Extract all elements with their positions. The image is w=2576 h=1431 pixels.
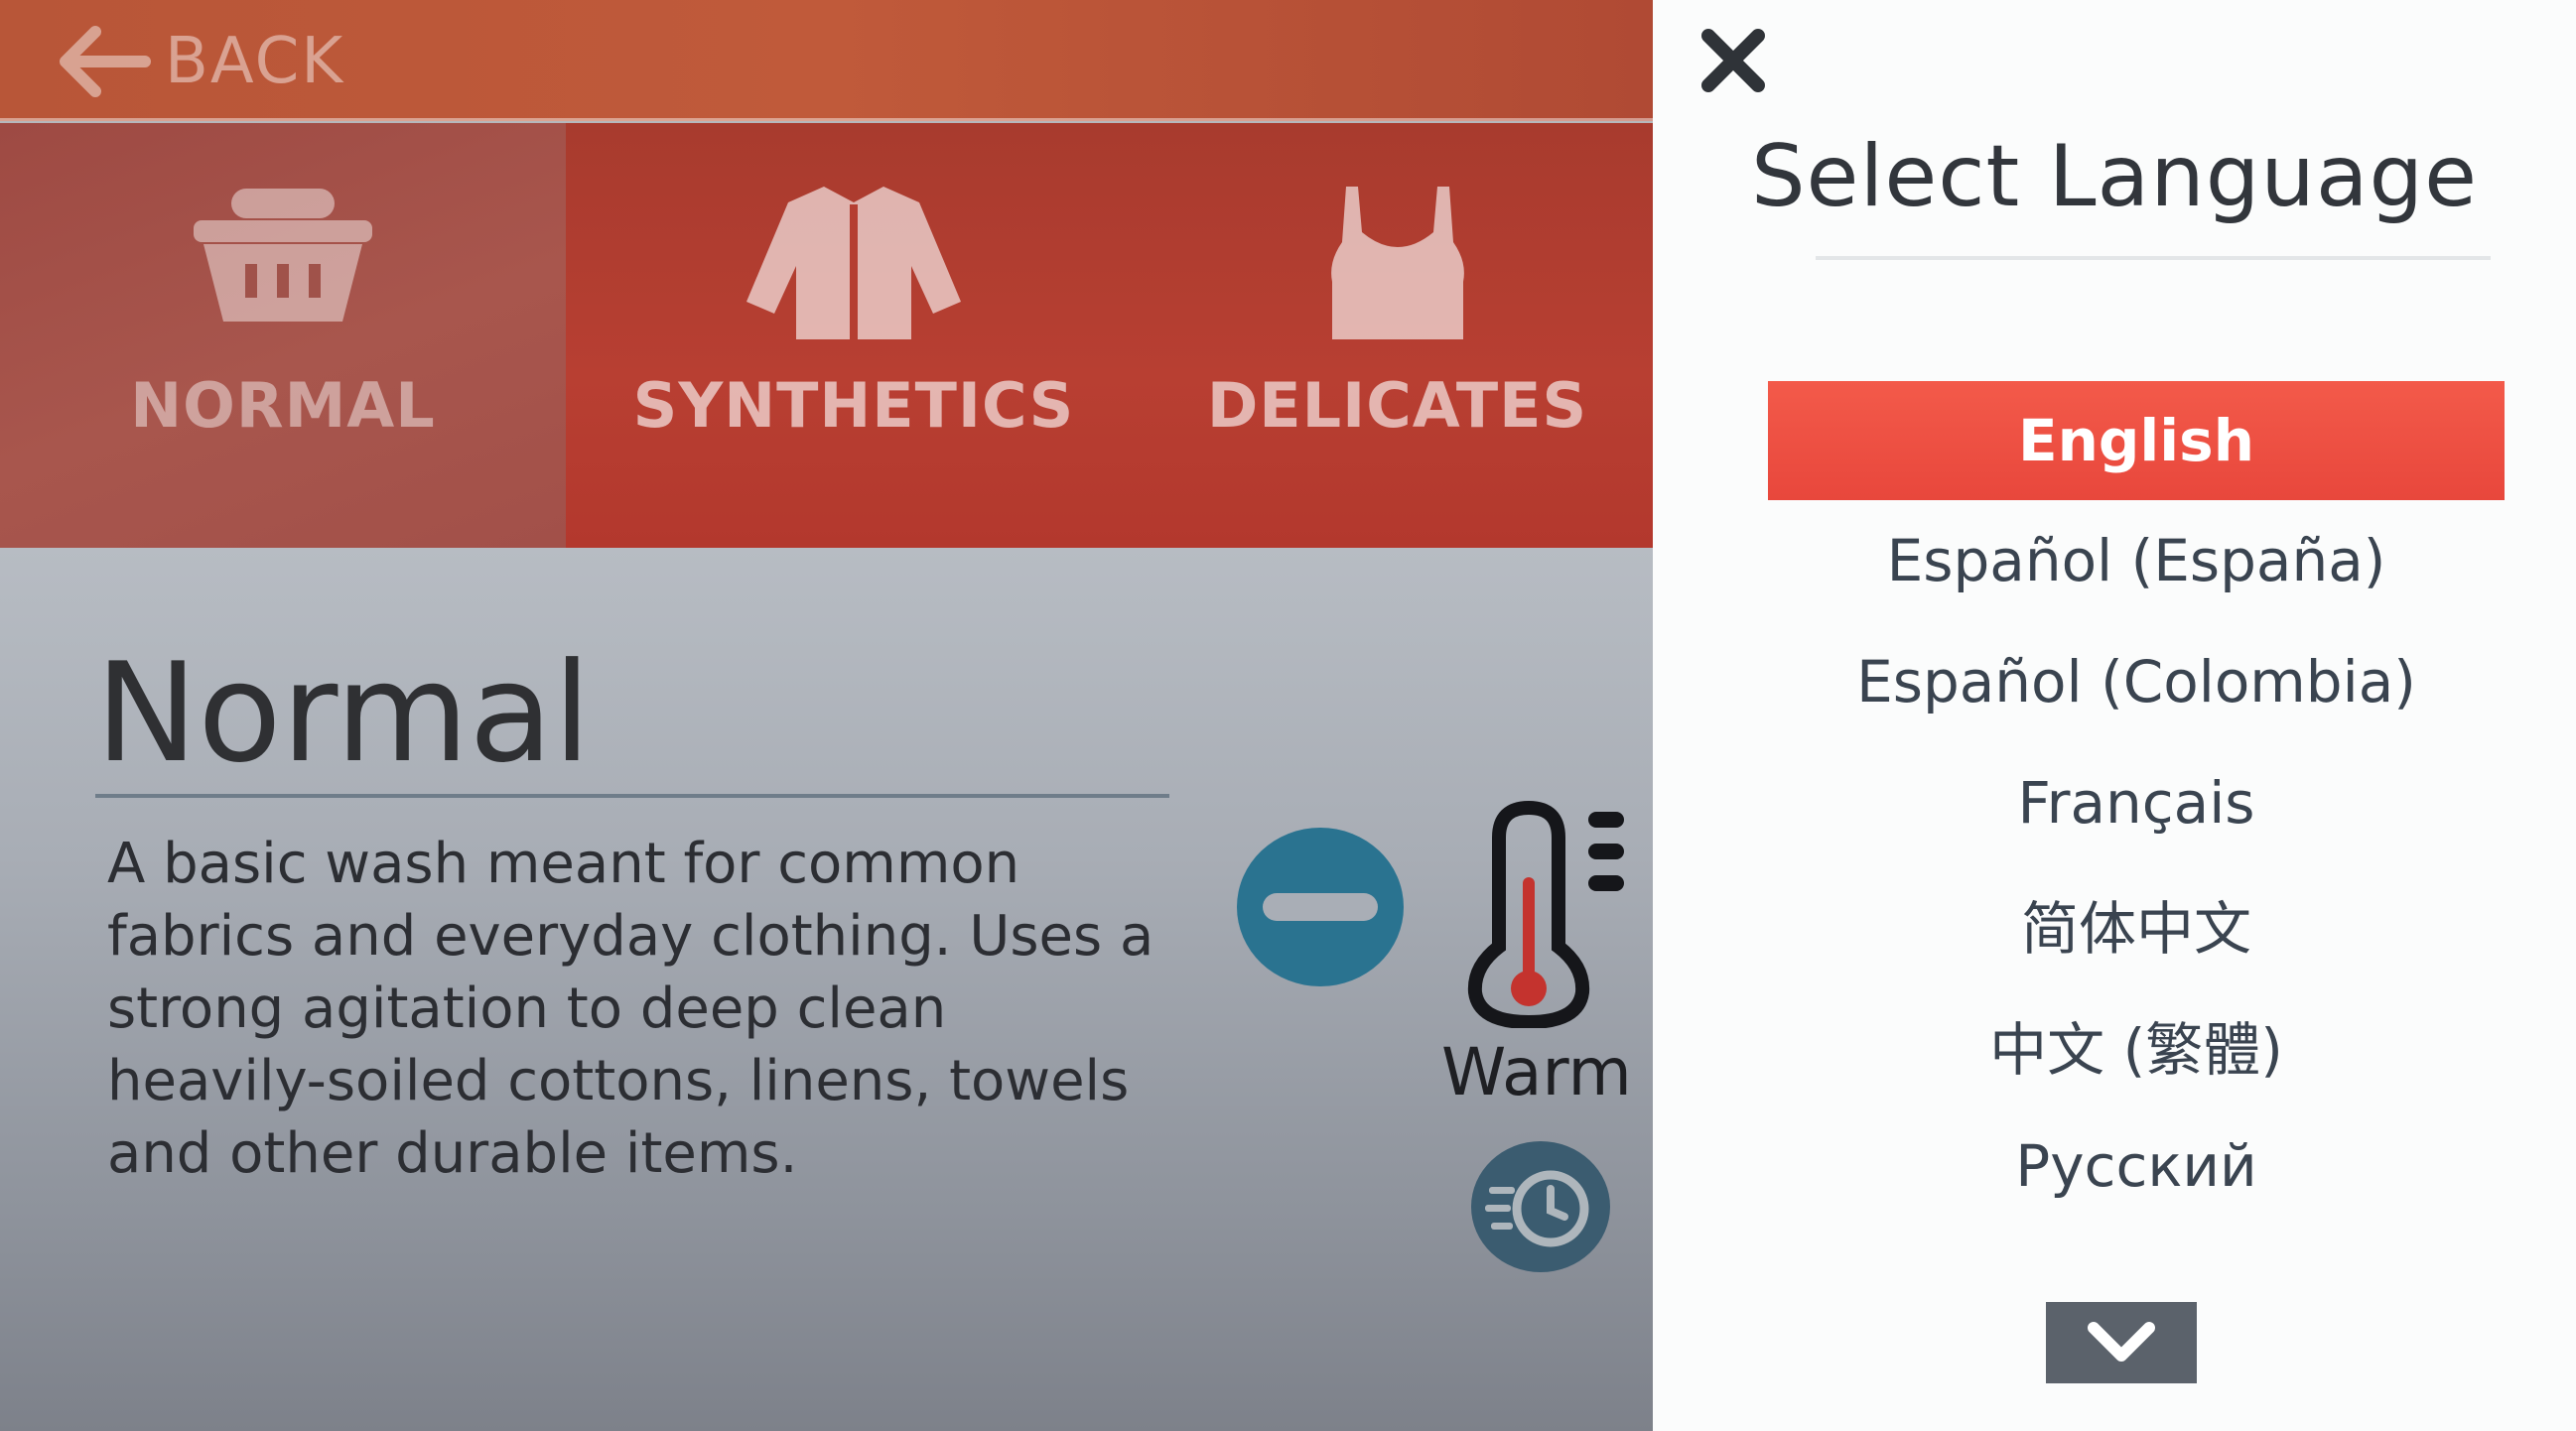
- close-button[interactable]: [1695, 22, 1772, 99]
- language-option-russian[interactable]: Русский: [1768, 1106, 2505, 1227]
- basket-icon: [194, 189, 372, 322]
- minus-icon: [1263, 893, 1378, 921]
- top-bar: BACK: [0, 0, 1653, 121]
- program-details: Normal A basic wash meant for common fab…: [0, 548, 1653, 1431]
- washer-app: BACK NORMAL SYNTHETICS DELICATES Normal …: [0, 0, 1653, 1431]
- tab-synthetics[interactable]: SYNTHETICS: [566, 123, 1142, 548]
- panel-title: Select Language: [1750, 127, 2479, 226]
- thermometer-icon: [1467, 800, 1624, 1028]
- title-divider: [95, 794, 1169, 798]
- language-option-simplified-chinese[interactable]: 简体中文: [1768, 863, 2505, 984]
- tab-synthetics-label: SYNTHETICS: [632, 369, 1075, 442]
- language-list: English Español (España) Español (Colomb…: [1768, 381, 2505, 1227]
- tab-delicates[interactable]: DELICATES: [1142, 123, 1653, 548]
- language-option-spanish-colombia[interactable]: Español (Colombia): [1768, 621, 2505, 742]
- language-panel: Select Language English Español (España)…: [1653, 0, 2576, 1431]
- decrease-temperature-button[interactable]: [1237, 828, 1404, 986]
- scroll-down-button[interactable]: [2046, 1302, 2197, 1383]
- arrow-left-icon: [60, 26, 151, 97]
- temperature-label: Warm: [1441, 1034, 1632, 1110]
- language-option-french[interactable]: Français: [1768, 742, 2505, 863]
- jacket-icon: [746, 187, 961, 339]
- program-title: Normal: [95, 633, 592, 793]
- language-option-english[interactable]: English: [1768, 381, 2505, 500]
- close-icon: [1701, 29, 1765, 92]
- panel-title-divider: [1816, 256, 2491, 260]
- chevron-down-icon: [2088, 1322, 2155, 1362]
- tab-normal-label: NORMAL: [130, 369, 436, 442]
- fast-timer-icon: [1485, 1170, 1589, 1247]
- back-button[interactable]: BACK: [56, 20, 344, 103]
- program-description: A basic wash meant for common fabrics an…: [107, 832, 1154, 1186]
- tab-delicates-label: DELICATES: [1206, 369, 1588, 442]
- fast-timer-button[interactable]: [1471, 1141, 1610, 1272]
- program-tabs: NORMAL SYNTHETICS DELICATES: [0, 123, 1653, 548]
- language-option-spanish-spain[interactable]: Español (España): [1768, 500, 2505, 621]
- back-label: BACK: [165, 25, 345, 98]
- top-garment-icon: [1330, 187, 1464, 339]
- language-option-traditional-chinese[interactable]: 中文 (繁體): [1768, 984, 2505, 1106]
- tab-normal[interactable]: NORMAL: [0, 123, 566, 548]
